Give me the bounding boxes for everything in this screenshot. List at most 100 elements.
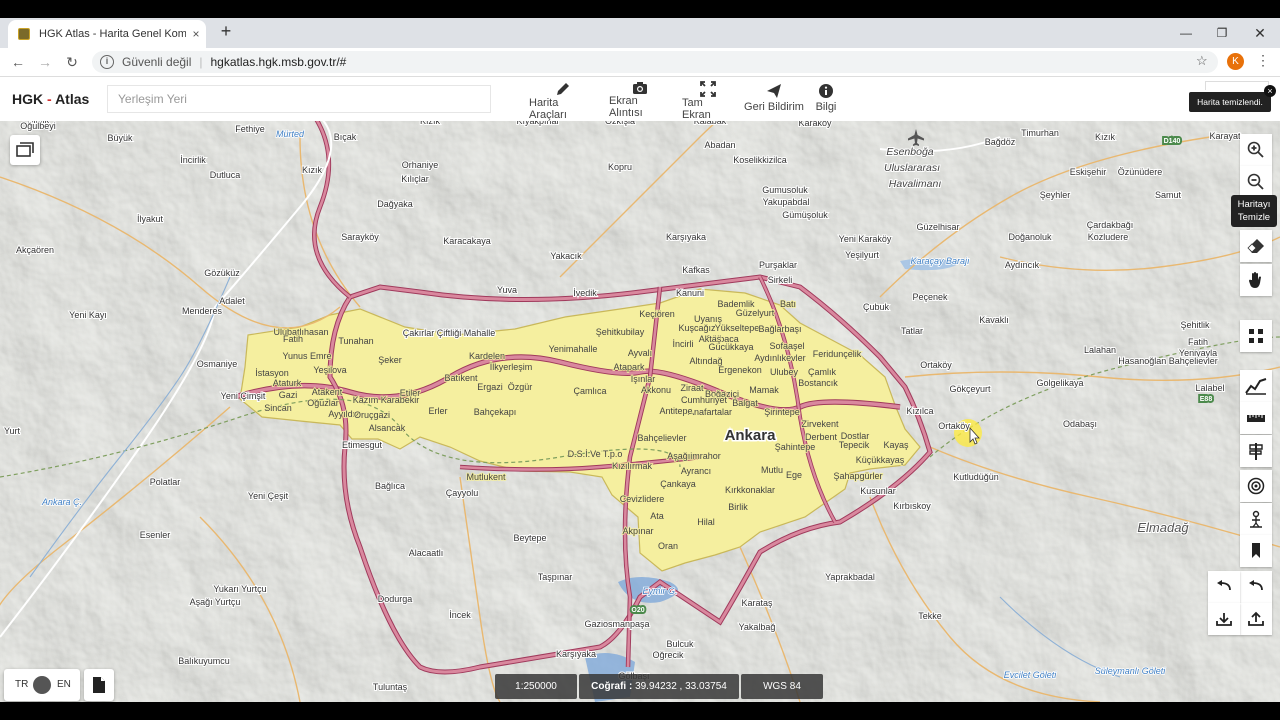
camera-icon xyxy=(632,81,648,95)
measure-area-button[interactable] xyxy=(1240,320,1272,352)
place-label: Hasanoğlan Bahçelievler xyxy=(1118,356,1218,366)
pan-button[interactable] xyxy=(1240,264,1272,296)
place-label: Kutludüğün xyxy=(953,472,999,482)
district-label: Ege xyxy=(786,470,802,480)
forward-arrow-icon[interactable]: → xyxy=(35,52,55,72)
place-label: Elmadağ xyxy=(1137,520,1189,535)
reload-icon[interactable]: ↻ xyxy=(62,52,82,72)
redo-button-left[interactable] xyxy=(1208,571,1240,603)
place-label: Şehitlik xyxy=(1180,320,1210,330)
security-indicator: Güvenli değil xyxy=(122,55,192,69)
place-label: Peçenek xyxy=(912,292,948,302)
district-label: Batıkent xyxy=(444,373,478,383)
fullscreen-button[interactable]: Tam Ekran xyxy=(682,81,734,121)
undo-button[interactable] xyxy=(1240,571,1272,603)
app-logo[interactable]: HGK - Atlas xyxy=(12,91,89,107)
place-label: Karayat xyxy=(1209,131,1241,141)
district-label: Atakent xyxy=(312,387,343,397)
site-info-icon[interactable]: i xyxy=(100,55,114,69)
bookmark-button[interactable] xyxy=(1240,535,1272,567)
screenshot-label: Ekran Alıntısı xyxy=(609,95,643,119)
district-label: Erler xyxy=(428,406,447,416)
place-label: Yakupabdal xyxy=(763,197,810,207)
layers-button[interactable] xyxy=(10,135,40,165)
bookmark-flag-icon xyxy=(1252,543,1260,558)
zoom-in-button[interactable] xyxy=(1240,134,1272,166)
coordinate-value: 39.94232 , 33.03754 xyxy=(635,681,727,692)
tooltip-line-1: Haritayı xyxy=(1237,199,1271,210)
place-label: Adalet xyxy=(219,296,245,306)
district-label: İstasyon xyxy=(255,368,289,378)
logo-dash: - xyxy=(47,91,52,107)
location-marker-button[interactable] xyxy=(1240,503,1272,535)
url-text[interactable]: hgkatlas.hgk.msb.gov.tr/# xyxy=(211,55,347,69)
omnibox[interactable]: i Güvenli değil | hgkatlas.hgk.msb.gov.t… xyxy=(92,51,1218,73)
map-tools-label: Harita Araçları xyxy=(529,97,567,121)
grid-points-icon xyxy=(1249,329,1263,343)
browser-tab[interactable]: HGK Atlas - Harita Genel Komutanlığı × xyxy=(8,20,206,48)
district-label: Anafartalar xyxy=(688,407,732,417)
district-label: Çankaya xyxy=(660,479,696,489)
district-label: Kızılırmak xyxy=(612,461,653,471)
language-toggle[interactable]: TR EN xyxy=(4,669,80,701)
toggle-knob[interactable] xyxy=(33,676,51,694)
profile-avatar[interactable]: K xyxy=(1227,53,1244,70)
download-button[interactable] xyxy=(1208,603,1240,635)
map-canvas[interactable]: UlubatlıhasanTunahanFatihYunus Emre Şeker… xyxy=(0,77,1280,702)
district-label: Yunus Emre xyxy=(282,351,331,361)
map-tools-button[interactable]: Harita Araçları xyxy=(529,81,597,121)
road-shield-label: E88 xyxy=(1200,396,1213,403)
target-button[interactable] xyxy=(1240,470,1272,502)
district-label: Yükseltepe xyxy=(715,323,760,333)
info-label: Bilgi xyxy=(815,101,837,113)
water-label: Eymir G. xyxy=(643,586,678,596)
district-label: Zirvekent xyxy=(801,419,839,429)
back-arrow-icon[interactable]: ← xyxy=(8,52,28,72)
district-label: Şeker xyxy=(378,355,402,365)
screenshot-button[interactable]: Ekran Alıntısı xyxy=(609,81,671,119)
feedback-button[interactable]: Geri Bildirim xyxy=(743,81,805,119)
poi-label: Havalimanı xyxy=(889,178,942,190)
bookmark-star-icon[interactable]: ☆ xyxy=(1196,53,1208,69)
restore-window-icon[interactable]: ❐ xyxy=(1202,18,1242,48)
upload-button[interactable] xyxy=(1240,603,1272,635)
clear-map-button[interactable] xyxy=(1240,230,1272,262)
district-label: Oruçgazi xyxy=(354,410,390,420)
sign-tool-button[interactable] xyxy=(1240,435,1272,467)
district-label: Çamlık xyxy=(808,367,837,377)
place-label: Dağyaka xyxy=(377,199,413,209)
district-label: Bahçekapı xyxy=(474,407,517,417)
place-label: Karşıyaka xyxy=(556,649,596,659)
info-button[interactable]: Bilgi xyxy=(812,81,840,119)
browser-menu-icon[interactable]: ⋮ xyxy=(1256,52,1270,69)
document-button[interactable] xyxy=(84,669,114,701)
new-tab-button[interactable]: + xyxy=(216,21,236,42)
place-label: Oğrecik xyxy=(652,650,684,660)
place-label: Gökçeyurt xyxy=(949,384,991,394)
zoom-out-button[interactable] xyxy=(1240,166,1272,198)
district-label: Bağlarbaşı xyxy=(758,324,801,334)
toast-close-icon[interactable]: × xyxy=(1264,85,1276,97)
minimize-window-icon[interactable]: — xyxy=(1166,18,1206,48)
district-label: İlkyerleşim xyxy=(490,362,533,372)
place-label: İlyakut xyxy=(137,214,164,224)
district-label: Güzelyurt xyxy=(736,308,775,318)
place-label: Yeni Kayı xyxy=(69,310,107,320)
elevation-profile-button[interactable] xyxy=(1240,370,1272,402)
place-label: Karşıyaka xyxy=(666,232,706,242)
notice-outline xyxy=(1205,81,1269,90)
place-label: Çakırlar Çiftliği Mahalle xyxy=(403,328,496,338)
place-search-input[interactable]: Yerleşim Yeri xyxy=(107,85,491,113)
place-label: Taşpınar xyxy=(538,572,573,582)
ruler-button[interactable] xyxy=(1240,402,1272,434)
place-label: Koselikkizilca xyxy=(733,155,787,165)
place-label: Esenler xyxy=(140,530,171,540)
tab-close-icon[interactable]: × xyxy=(186,27,206,41)
close-window-icon[interactable]: ✕ xyxy=(1240,18,1280,48)
place-label: Oğulbeyi xyxy=(20,121,56,131)
zoom-out-icon xyxy=(1247,173,1264,190)
datum-selector[interactable]: WGS 84 xyxy=(741,674,823,699)
district-label: Tunahan xyxy=(338,336,373,346)
district-label: Sincan xyxy=(264,403,292,413)
place-label: Dutluca xyxy=(210,170,241,180)
